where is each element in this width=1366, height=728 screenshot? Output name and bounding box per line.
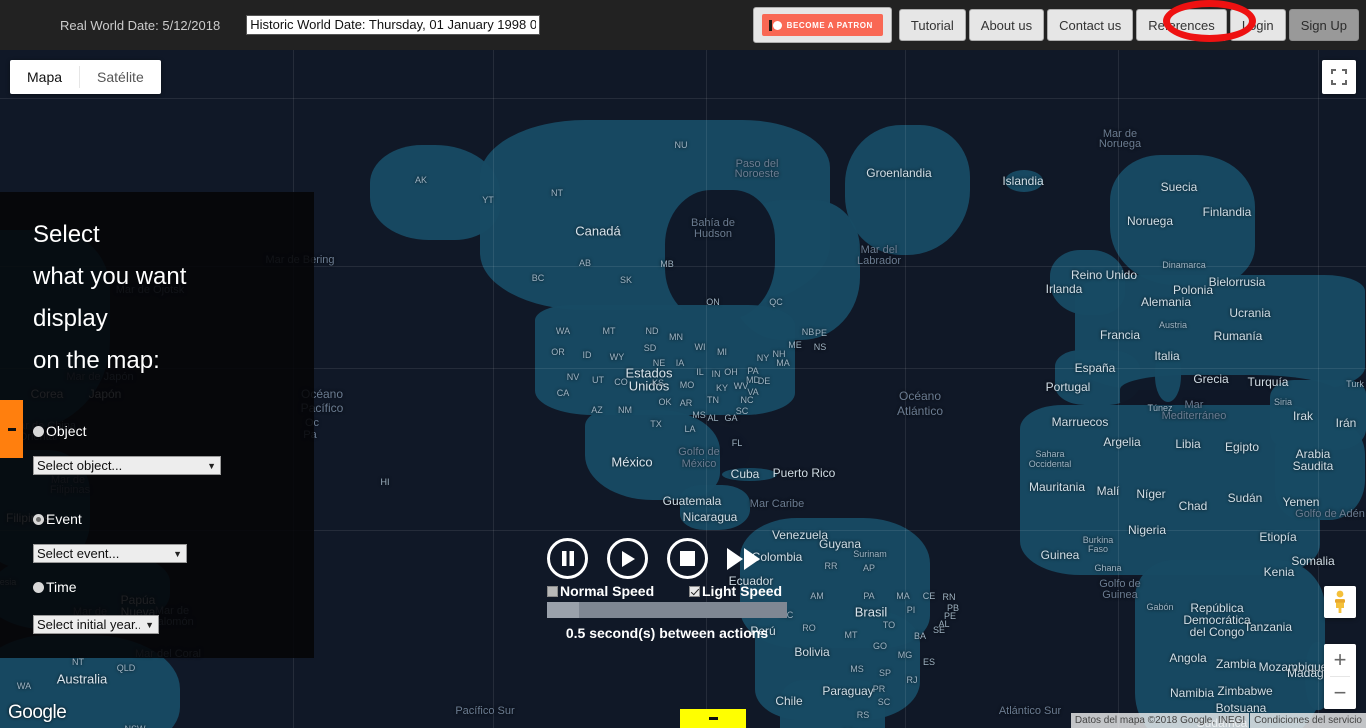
- patron-label: BECOME A PATRON: [786, 20, 873, 30]
- light-speed-label: Light Speed: [702, 583, 783, 599]
- speed-caption: 0.5 second(s) between actions: [565, 625, 769, 641]
- normal-speed-label: Normal Speed: [560, 583, 655, 599]
- select-object-dropdown[interactable]: Select object...: [33, 456, 221, 475]
- real-world-date-label: Real World Date: 5/12/2018: [60, 17, 221, 33]
- radio-event-icon[interactable]: [33, 513, 44, 525]
- stop-icon: [680, 551, 695, 566]
- land-usa: [535, 305, 795, 415]
- land-africa-south: [1135, 560, 1325, 728]
- timeline-collapse-dash-icon: [708, 717, 718, 720]
- option-event: Event Select event... ▼: [33, 511, 314, 563]
- land-hudson-bay: [665, 190, 775, 320]
- panel-heading-line-3: display: [33, 305, 108, 332]
- land-central-america: [680, 485, 750, 530]
- fast-forward-icon: [727, 547, 760, 570]
- graticule-v6: [1318, 50, 1319, 728]
- zoom-in-button[interactable]: +: [1324, 644, 1356, 676]
- radio-row-object[interactable]: Object: [33, 423, 314, 439]
- panel-collapse-dash-icon: [7, 427, 16, 431]
- zoom-out-button[interactable]: −: [1324, 677, 1356, 709]
- zoom-control: + −: [1324, 644, 1356, 709]
- panel-heading-line-2: what you want: [33, 263, 187, 290]
- nav-contact-us[interactable]: Contact us: [1047, 9, 1134, 41]
- land-iceland: [1005, 170, 1043, 192]
- map-attribution: Datos del mapa ©2018 Google, INEGI Condi…: [1070, 713, 1366, 728]
- panel-heading-line-1: Select: [33, 221, 100, 248]
- radio-row-time[interactable]: Time: [33, 579, 314, 595]
- attribution-terms[interactable]: Condiciones del servicio: [1250, 713, 1366, 728]
- select-initial-year-dropdown[interactable]: Select initial year...: [33, 615, 159, 634]
- selection-panel: Select what you want display on the map:…: [0, 192, 314, 658]
- historic-world-date-input[interactable]: [246, 15, 541, 35]
- map-type-satelite[interactable]: Satélite: [80, 60, 161, 94]
- select-event-wrap: Select event... ▼: [33, 544, 187, 563]
- radio-time-icon[interactable]: [33, 581, 44, 593]
- speed-slider-thumb[interactable]: [547, 602, 579, 618]
- option-object: Object Select object... ▼: [33, 423, 314, 475]
- select-object-wrap: Select object... ▼: [33, 456, 221, 475]
- playback-controls: Normal Speed Light Speed 0.5 second(s) b…: [547, 538, 787, 641]
- become-a-patron-button[interactable]: BECOME A PATRON: [752, 7, 892, 43]
- radio-event-label: Event: [46, 511, 82, 527]
- timeline-collapse-button[interactable]: [680, 709, 746, 728]
- street-view-pegman-button[interactable]: [1324, 586, 1356, 618]
- land-italy: [1155, 350, 1181, 402]
- patron-button-inner: BECOME A PATRON: [761, 14, 883, 36]
- speed-slider[interactable]: [547, 602, 787, 618]
- light-speed-checkbox[interactable]: [689, 585, 700, 597]
- speed-options: Normal Speed Light Speed: [547, 583, 787, 599]
- radio-object-label: Object: [46, 423, 87, 439]
- radio-time-label: Time: [46, 579, 77, 595]
- pegman-icon: [1335, 590, 1345, 613]
- play-button[interactable]: [607, 538, 648, 579]
- light-speed-option[interactable]: Light Speed: [689, 583, 782, 599]
- top-bar-left: Real World Date: 5/12/2018: [0, 0, 541, 50]
- nav-login[interactable]: Login: [1229, 9, 1286, 41]
- playback-buttons: [547, 538, 787, 579]
- radio-object-icon[interactable]: [33, 425, 44, 437]
- nav-about-us[interactable]: About us: [968, 9, 1045, 41]
- land-greenland: [845, 125, 970, 255]
- radio-row-event[interactable]: Event: [33, 511, 314, 527]
- google-logo: Google: [8, 702, 67, 723]
- graticule-v2: [493, 50, 494, 728]
- option-time: Time Select initial year... ▼: [33, 579, 314, 634]
- graticule-v5: [1118, 50, 1119, 728]
- normal-speed-option[interactable]: Normal Speed: [547, 583, 689, 599]
- normal-speed-checkbox[interactable]: [547, 585, 558, 597]
- select-year-wrap: Select initial year... ▼: [33, 615, 159, 634]
- map-type-control: Mapa Satélite: [10, 60, 161, 94]
- land-cuba: [722, 468, 777, 481]
- nav-references[interactable]: References: [1136, 9, 1227, 41]
- panel-heading-line-4: on the map:: [33, 347, 160, 374]
- stop-button[interactable]: [667, 538, 708, 579]
- panel-collapse-handle[interactable]: [0, 400, 23, 458]
- top-bar: Real World Date: 5/12/2018 BECOME A PATR…: [0, 0, 1366, 50]
- graticule-v4: [905, 50, 906, 728]
- nav-sign-up[interactable]: Sign Up: [1288, 9, 1359, 41]
- fullscreen-icon: [1331, 69, 1347, 85]
- pause-icon: [561, 551, 574, 566]
- play-icon: [622, 550, 635, 567]
- map-type-mapa[interactable]: Mapa: [10, 60, 79, 94]
- patreon-logo-icon: [768, 19, 782, 31]
- graticule-h1: [0, 98, 1366, 99]
- pause-button[interactable]: [547, 538, 588, 579]
- fullscreen-button[interactable]: [1322, 60, 1356, 94]
- app-root: Real World Date: 5/12/2018 BECOME A PATR…: [0, 0, 1366, 728]
- attribution-data: Datos del mapa ©2018 Google, INEGI: [1070, 713, 1250, 728]
- land-south-america-south: [780, 680, 885, 728]
- top-bar-nav: BECOME A PATRON Tutorial About us Contac…: [752, 0, 1366, 50]
- fast-forward-button[interactable]: [727, 547, 761, 570]
- nav-tutorial[interactable]: Tutorial: [898, 9, 966, 41]
- select-event-dropdown[interactable]: Select event...: [33, 544, 187, 563]
